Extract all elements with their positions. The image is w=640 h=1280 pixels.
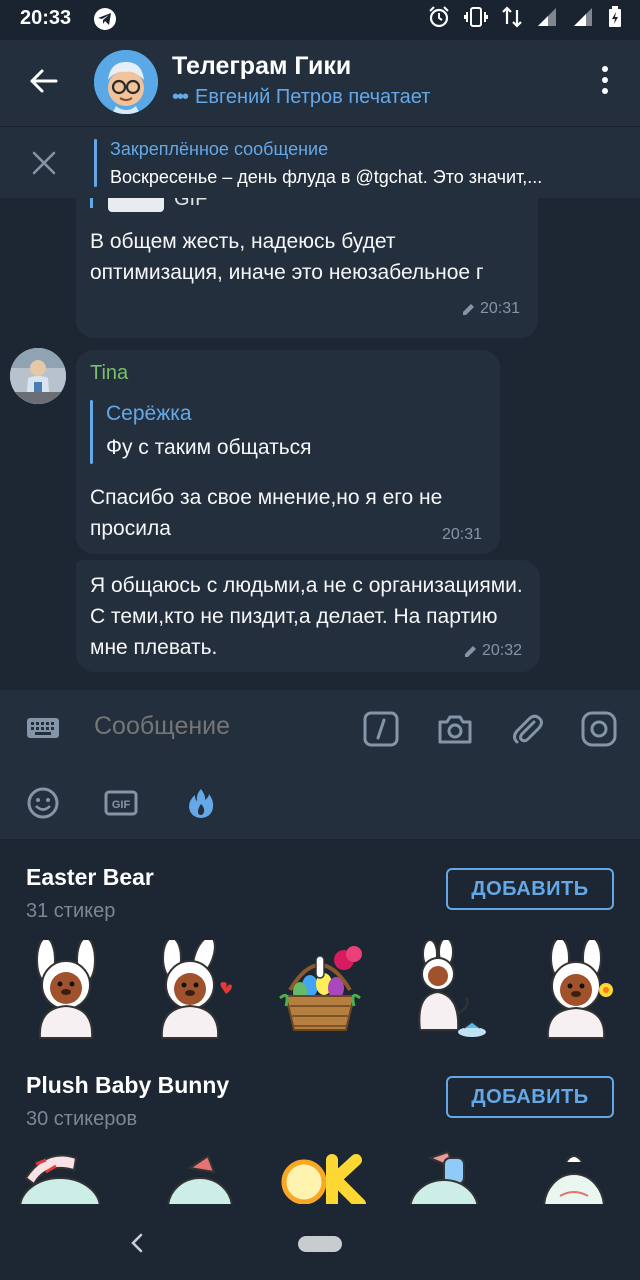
sticker-set-title: Easter Bear xyxy=(26,864,154,890)
battery-icon xyxy=(609,6,621,27)
data-arrows-icon xyxy=(502,6,522,28)
chat-avatar[interactable] xyxy=(94,50,158,114)
status-time: 20:33 xyxy=(20,7,72,29)
pinned-text: Воскресенье – день флуда в @tgchat. Это … xyxy=(110,167,543,187)
trending-stickers-icon[interactable] xyxy=(184,786,218,820)
signal-icon-2 xyxy=(574,8,592,26)
chat-header: Телеграм Гики ••• Евгений Петров печатает xyxy=(0,40,640,126)
sticker-bunny-broken-egg[interactable] xyxy=(402,940,502,1040)
typing-status: ••• Евгений Петров печатает xyxy=(172,86,430,109)
reply-text[interactable]: Фу с таким общаться xyxy=(106,436,312,460)
avatar[interactable] xyxy=(10,348,66,404)
sticker-plush-bunny-4[interactable] xyxy=(530,1148,630,1204)
sticker-set-count: 31 стикер xyxy=(26,900,116,922)
typing-status-text: Евгений Петров печатает xyxy=(195,86,431,108)
sticker-plush-bunny-1[interactable] xyxy=(16,1148,116,1204)
instagram-camera-icon[interactable] xyxy=(580,710,618,748)
more-menu-icon[interactable] xyxy=(600,66,610,96)
alarm-icon xyxy=(429,6,449,28)
system-nav-bar xyxy=(0,1204,640,1280)
sticker-plush-bunny-2[interactable] xyxy=(150,1148,250,1204)
sticker-bear-bunny-flower[interactable] xyxy=(526,940,626,1040)
sticker-bear-bunny-2[interactable] xyxy=(142,940,242,1040)
gif-thumbnail[interactable] xyxy=(108,198,164,212)
edited-pencil-icon xyxy=(462,304,474,315)
svg-text:GIF: GIF xyxy=(112,799,131,811)
slash-command-icon[interactable] xyxy=(362,710,400,748)
nav-back-icon[interactable] xyxy=(128,1232,146,1254)
pinned-message-bar[interactable]: Закреплённое сообщение Воскресенье – ден… xyxy=(0,126,640,198)
reply-sender-name[interactable]: Серёжка xyxy=(106,402,192,426)
pinned-accent-bar xyxy=(94,139,97,187)
message-bubble[interactable]: Tina Серёжка Фу с таким общаться Спасибо… xyxy=(76,350,500,554)
message-text: Спасибо за свое мнение,но я его не проси… xyxy=(90,486,443,540)
message-composer xyxy=(0,690,640,768)
chat-title[interactable]: Телеграм Гики xyxy=(172,52,351,81)
message-input[interactable] xyxy=(94,712,344,741)
signal-icon-1 xyxy=(538,8,556,26)
vibrate-icon xyxy=(464,7,488,27)
back-arrow-icon[interactable] xyxy=(26,64,60,98)
add-sticker-set-button[interactable]: ДОБАВИТЬ xyxy=(446,868,614,910)
message-bubble[interactable]: GIF В общем жесть, надеюсь будет оптимиз… xyxy=(76,198,538,338)
close-icon[interactable] xyxy=(30,149,58,177)
reply-accent-bar xyxy=(90,198,93,208)
message-time: 20:31 xyxy=(479,300,520,317)
sticker-bear-bunny-1[interactable] xyxy=(16,940,116,1040)
sticker-set-title: Plush Baby Bunny xyxy=(26,1072,230,1098)
sender-name[interactable]: Tina xyxy=(90,362,128,385)
attach-icon[interactable] xyxy=(508,710,546,748)
camera-icon[interactable] xyxy=(436,710,474,748)
keyboard-icon[interactable] xyxy=(26,714,60,742)
sticker-sets-panel[interactable]: Easter Bear 31 стикер ДОБАВИТЬ Plush Bab… xyxy=(0,840,640,1204)
message-text: В общем жесть, надеюсь будет оптимизация… xyxy=(90,230,484,284)
status-bar: 20:33 xyxy=(0,0,640,40)
reply-accent-bar xyxy=(90,400,93,464)
sticker-plush-ok[interactable] xyxy=(276,1148,376,1204)
nav-home-pill[interactable] xyxy=(298,1236,342,1252)
message-meta: 20:32 xyxy=(464,642,522,660)
sticker-easter-basket[interactable] xyxy=(270,940,370,1040)
message-meta: 20:31 xyxy=(442,526,482,544)
message-list[interactable]: GIF В общем жесть, надеюсь будет оптимиз… xyxy=(0,198,640,690)
sticker-set-count: 30 стикеров xyxy=(26,1108,138,1130)
message-meta: 20:31 xyxy=(462,300,520,318)
message-time: 20:31 xyxy=(441,526,482,543)
message-time: 20:32 xyxy=(481,642,522,659)
message-bubble[interactable]: Я общаюсь с людьми,а не с организациями.… xyxy=(76,560,540,672)
pinned-title: Закреплённое сообщение xyxy=(110,139,329,159)
emoji-smile-icon[interactable] xyxy=(26,786,60,820)
add-sticker-set-button[interactable]: ДОБАВИТЬ xyxy=(446,1076,614,1118)
typing-dots-icon: ••• xyxy=(172,86,189,108)
telegram-notification-icon xyxy=(94,8,116,30)
sticker-plush-bunny-3[interactable] xyxy=(400,1148,500,1204)
emoji-panel-tabs: GIF xyxy=(0,768,640,840)
gif-tab-icon[interactable]: GIF xyxy=(104,786,138,820)
media-label: GIF xyxy=(174,198,208,210)
edited-pencil-icon xyxy=(464,646,476,657)
